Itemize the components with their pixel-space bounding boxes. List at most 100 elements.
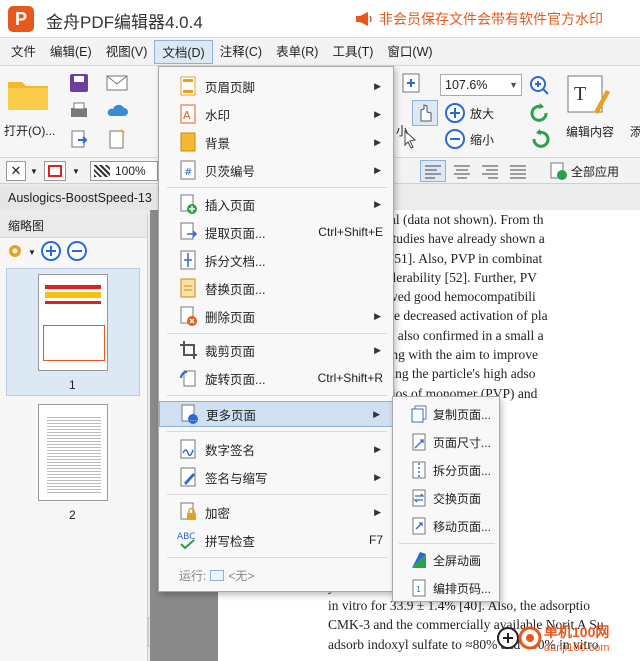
document-tab[interactable]: Auslogics-BoostSpeed-13 (0, 186, 160, 210)
menu-item-digital-signature[interactable]: 数字签名 ▶ (159, 436, 393, 462)
submenu-item-label: 交换页面 (433, 491, 482, 506)
submenu-item-move-page[interactable]: 移动页面... (393, 513, 499, 539)
zoom-out-icon[interactable] (66, 240, 88, 265)
menu-item-label: 插入页面 (205, 198, 256, 213)
opacity-value: 100% (115, 164, 146, 178)
print-icon[interactable] (68, 100, 90, 125)
submenu-item-swap-page[interactable]: 交换页面 (393, 485, 499, 511)
zoom-in-icon[interactable] (40, 240, 62, 265)
menu-item-watermark[interactable]: A 水印 ▶ (159, 101, 393, 127)
cloud-icon[interactable] (106, 100, 130, 123)
close-icon[interactable]: ✕ (6, 161, 26, 181)
submenu-arrow-icon: ▶ (374, 310, 381, 321)
menu-item-encrypt[interactable]: 加密 ▶ (159, 499, 393, 525)
chevron-down-icon[interactable]: ▼ (28, 248, 36, 257)
svg-text:…: … (190, 415, 197, 423)
rotate-right-icon[interactable] (528, 128, 552, 153)
align-left-button[interactable] (420, 160, 446, 182)
submenu-item-fullscreen-animation[interactable]: 全屏动画 (393, 547, 499, 573)
megaphone-icon (356, 12, 372, 26)
small-label: 小 (396, 124, 409, 138)
promo-banner[interactable]: 非会员保存文件会带有软件官方水印 (355, 9, 603, 29)
menu-item-more-pages[interactable]: … 更多页面 ▶ (159, 401, 393, 427)
menu-item-replace-page[interactable]: 替换页面... (159, 275, 393, 301)
minus-circle-icon (445, 129, 465, 149)
chevron-down-icon[interactable]: ▼ (30, 167, 38, 176)
thumbnail-toolbar: ▼ (0, 238, 147, 266)
menu-item-crop-page[interactable]: 裁剪页面 ▶ (159, 337, 393, 363)
menu-item-insert-page[interactable]: 插入页面 ▶ (159, 191, 393, 217)
menu-item-label: 水印 (205, 108, 231, 123)
submenu-item-page-size[interactable]: 页面尺寸... (393, 429, 499, 455)
copy-page-icon (409, 404, 429, 424)
more-pages-icon: … (178, 403, 200, 425)
title-bar: P 金舟PDF编辑器4.0.4 非会员保存文件会带有软件官方水印 (0, 0, 640, 38)
menu-item-header-footer[interactable]: 页眉页脚 ▶ (159, 73, 393, 99)
menu-item-spell-check[interactable]: ABC 拼写检查 F7 (159, 527, 393, 553)
submenu-arrow-icon: ▶ (374, 506, 381, 517)
opacity-select[interactable]: 100% (90, 161, 158, 181)
svg-text:T: T (574, 83, 586, 105)
zoom-out-button[interactable] (444, 128, 466, 153)
menu-separator (167, 494, 387, 495)
menu-form[interactable]: 表单(R) (269, 40, 325, 64)
submenu-item-split-page[interactable]: 拆分页面... (393, 457, 499, 483)
menu-item-label: 裁剪页面 (205, 344, 256, 359)
menu-item-sign-initials[interactable]: 签名与缩写 ▶ (159, 464, 393, 490)
zoom-in-button[interactable] (444, 102, 466, 127)
menu-item-split-document[interactable]: 拆分文档... (159, 247, 393, 273)
apply-all-button[interactable]: 全部应用 (548, 161, 619, 181)
email-icon[interactable] (106, 74, 130, 95)
submenu-item-label: 编排页码... (433, 581, 492, 596)
menu-item-background[interactable]: 背景 ▶ (159, 129, 393, 155)
menu-item-rotate-page[interactable]: 旋转页面... Ctrl+Shift+R (159, 365, 393, 391)
save-icon[interactable] (68, 72, 90, 97)
zoom-in-label: 放大 (470, 107, 495, 121)
gear-icon[interactable] (6, 242, 24, 263)
menu-item-label: 拼写检查 (205, 534, 256, 549)
fit-page-icon[interactable] (400, 72, 422, 97)
run-value: <无> (228, 569, 255, 583)
app-logo: P (8, 6, 34, 32)
submenu-item-page-numbering[interactable]: 1 编排页码... (393, 575, 499, 601)
menu-item-bates-numbering[interactable]: # 贝茨编号 ▶ (159, 157, 393, 183)
spell-check-icon: ABC (177, 529, 199, 551)
edit-text-icon: T (567, 75, 610, 114)
bates-numbering-icon: # (177, 159, 199, 181)
new-doc-icon[interactable] (106, 128, 128, 153)
menu-document[interactable]: 文档(D) (154, 39, 213, 64)
zoom-dropdown-button[interactable] (528, 74, 552, 99)
menu-file[interactable]: 文件 (4, 40, 43, 64)
swap-page-icon (409, 488, 429, 508)
page-thumbnail-2[interactable] (38, 404, 108, 501)
zoom-select[interactable]: 107.6% ▼ (440, 74, 522, 96)
hand-tool-button[interactable] (412, 100, 438, 126)
menu-comment[interactable]: 注释(C) (213, 40, 269, 64)
justify-icon[interactable] (506, 161, 530, 184)
submenu-item-copy-page[interactable]: 复制页面... (393, 401, 499, 427)
checker-icon (94, 165, 110, 177)
menu-view[interactable]: 视图(V) (99, 40, 155, 64)
chevron-down-icon[interactable]: ▼ (72, 167, 80, 176)
menu-item-extract-page[interactable]: 提取页面... Ctrl+Shift+E (159, 219, 393, 245)
open-button[interactable] (6, 74, 52, 117)
menu-window[interactable]: 窗口(W) (380, 40, 439, 64)
rotate-left-icon[interactable] (528, 102, 552, 127)
align-right-icon[interactable] (478, 161, 502, 184)
svg-text:A: A (183, 109, 191, 122)
align-center-icon[interactable] (450, 161, 474, 184)
rotate-page-icon (177, 367, 199, 389)
submenu-arrow-icon: ▶ (373, 408, 380, 419)
watermark-domain: danji100.com (544, 642, 610, 654)
menu-item-label: 页眉页脚 (205, 80, 256, 95)
menu-separator (167, 395, 387, 396)
page-thumbnail-1[interactable] (38, 274, 108, 371)
menu-item-delete-page[interactable]: 删除页面 ▶ (159, 303, 393, 329)
site-logo-icon (497, 626, 542, 650)
export-icon[interactable] (68, 128, 90, 153)
menu-edit[interactable]: 编辑(E) (43, 40, 99, 64)
watermark-icon: A (177, 103, 199, 125)
stroke-color-swatch[interactable] (44, 161, 66, 181)
edit-content-button[interactable]: T (566, 72, 610, 121)
menu-tools[interactable]: 工具(T) (325, 40, 380, 64)
